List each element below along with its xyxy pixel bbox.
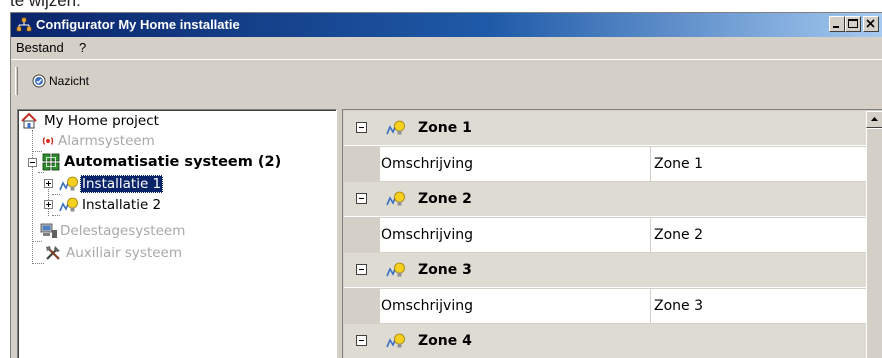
close-button[interactable] bbox=[863, 16, 879, 32]
collapse-toggle[interactable] bbox=[356, 335, 367, 346]
light-bulb-icon bbox=[59, 176, 78, 191]
configurator-window: Configurator My Home installatie Bestand… bbox=[10, 12, 882, 358]
zone-header[interactable]: Zone 1 bbox=[344, 111, 866, 146]
check-circle-icon bbox=[32, 74, 46, 88]
property-value[interactable]: Zone 2 bbox=[652, 218, 703, 244]
light-bulb-icon bbox=[59, 197, 78, 212]
property-row[interactable]: Omschrijving Zone 3 bbox=[380, 289, 866, 324]
scrollbar-thumb[interactable] bbox=[866, 128, 882, 358]
property-grid-content: Zone 1 Omschrijving Zone 1 Zone 2 Omschr… bbox=[344, 111, 866, 358]
property-name: Omschrijving bbox=[380, 147, 651, 181]
toolbar: Nazicht bbox=[11, 59, 882, 103]
house-icon bbox=[21, 112, 37, 129]
property-value[interactable]: Zone 3 bbox=[652, 289, 703, 315]
alarm-signal-icon bbox=[42, 137, 54, 145]
toolbar-grip[interactable] bbox=[15, 67, 18, 95]
close-icon bbox=[866, 19, 875, 28]
maximize-icon bbox=[848, 19, 858, 28]
property-row[interactable]: Omschrijving Zone 1 bbox=[380, 147, 866, 182]
light-bulb-icon bbox=[386, 333, 405, 348]
expand-toggle[interactable] bbox=[44, 179, 53, 188]
tree-connector bbox=[32, 241, 42, 242]
vertical-scrollbar[interactable] bbox=[866, 111, 882, 358]
maximize-button[interactable] bbox=[845, 16, 861, 32]
collapse-toggle[interactable] bbox=[356, 122, 367, 133]
property-name: Omschrijving bbox=[380, 289, 651, 323]
tree-node-alarmsysteem[interactable]: Alarmsysteem bbox=[38, 131, 238, 151]
tree-node-my-home-project[interactable]: My Home project bbox=[20, 111, 260, 131]
background-document-fragment: te wijzen: bbox=[0, 0, 882, 12]
scroll-up-button[interactable] bbox=[866, 111, 882, 128]
menu-bar: Bestand ? bbox=[11, 37, 882, 59]
light-bulb-icon bbox=[386, 191, 405, 206]
menu-help[interactable]: ? bbox=[78, 40, 87, 56]
zone-name: Zone 4 bbox=[418, 333, 472, 349]
tree-label: Automatisatie systeem (2) bbox=[64, 154, 282, 170]
window-title: Configurator My Home installatie bbox=[36, 17, 240, 32]
zone-name: Zone 2 bbox=[418, 191, 472, 207]
tree-connector bbox=[38, 172, 44, 173]
property-grid: Zone 1 Omschrijving Zone 1 Zone 2 Omschr… bbox=[342, 109, 882, 358]
minimize-icon bbox=[833, 26, 839, 28]
nazicht-label: Nazicht bbox=[49, 74, 90, 88]
tree-node-installatie-2[interactable]: Installatie 2 bbox=[42, 195, 242, 215]
tree-label: Alarmsysteem bbox=[58, 133, 155, 149]
nazicht-button[interactable]: Nazicht bbox=[23, 66, 115, 96]
expand-toggle[interactable] bbox=[44, 200, 53, 209]
automation-grid-icon bbox=[42, 153, 60, 171]
tree-label: Delestagesysteem bbox=[60, 223, 186, 239]
light-bulb-icon bbox=[386, 120, 405, 135]
minimize-button[interactable] bbox=[829, 16, 845, 32]
tree-node-installatie-1[interactable]: Installatie 1 bbox=[42, 174, 242, 194]
network-app-icon bbox=[16, 17, 32, 32]
tree-node-delestagesysteem[interactable]: Delestagesysteem bbox=[38, 221, 258, 241]
zone-header[interactable]: Zone 2 bbox=[344, 182, 866, 217]
tree-label: Installatie 2 bbox=[82, 197, 162, 213]
collapse-toggle[interactable] bbox=[356, 264, 367, 275]
property-value[interactable]: Zone 1 bbox=[652, 147, 703, 173]
tree-label: My Home project bbox=[44, 113, 159, 129]
project-tree: My Home project Alarmsysteem Automatisat… bbox=[17, 109, 337, 358]
tools-icon bbox=[46, 246, 60, 260]
tree-node-auxiliair-systeem[interactable]: Auxiliair systeem bbox=[44, 243, 264, 263]
title-bar[interactable]: Configurator My Home installatie bbox=[11, 13, 882, 37]
arrow-up-icon bbox=[871, 117, 878, 121]
menu-bestand[interactable]: Bestand bbox=[15, 40, 65, 56]
tree-label: Auxiliair systeem bbox=[66, 245, 183, 261]
zone-name: Zone 1 bbox=[418, 120, 472, 136]
tree-node-automatisatie-systeem[interactable]: Automatisatie systeem (2) bbox=[22, 152, 322, 172]
property-name: Omschrijving bbox=[380, 218, 651, 252]
tree-connector bbox=[32, 263, 44, 264]
tree-connector bbox=[52, 215, 60, 216]
zone-header[interactable]: Zone 3 bbox=[344, 253, 866, 288]
computer-load-icon bbox=[40, 223, 57, 238]
property-row[interactable]: Omschrijving Zone 2 bbox=[380, 218, 866, 253]
document-text-fragment: te wijzen: bbox=[10, 0, 81, 10]
zone-name: Zone 3 bbox=[418, 262, 472, 278]
zone-header[interactable]: Zone 4 bbox=[344, 324, 866, 358]
light-bulb-icon bbox=[386, 262, 405, 277]
tree-label: Installatie 1 bbox=[80, 175, 164, 193]
collapse-toggle[interactable] bbox=[28, 158, 37, 167]
collapse-toggle[interactable] bbox=[356, 193, 367, 204]
